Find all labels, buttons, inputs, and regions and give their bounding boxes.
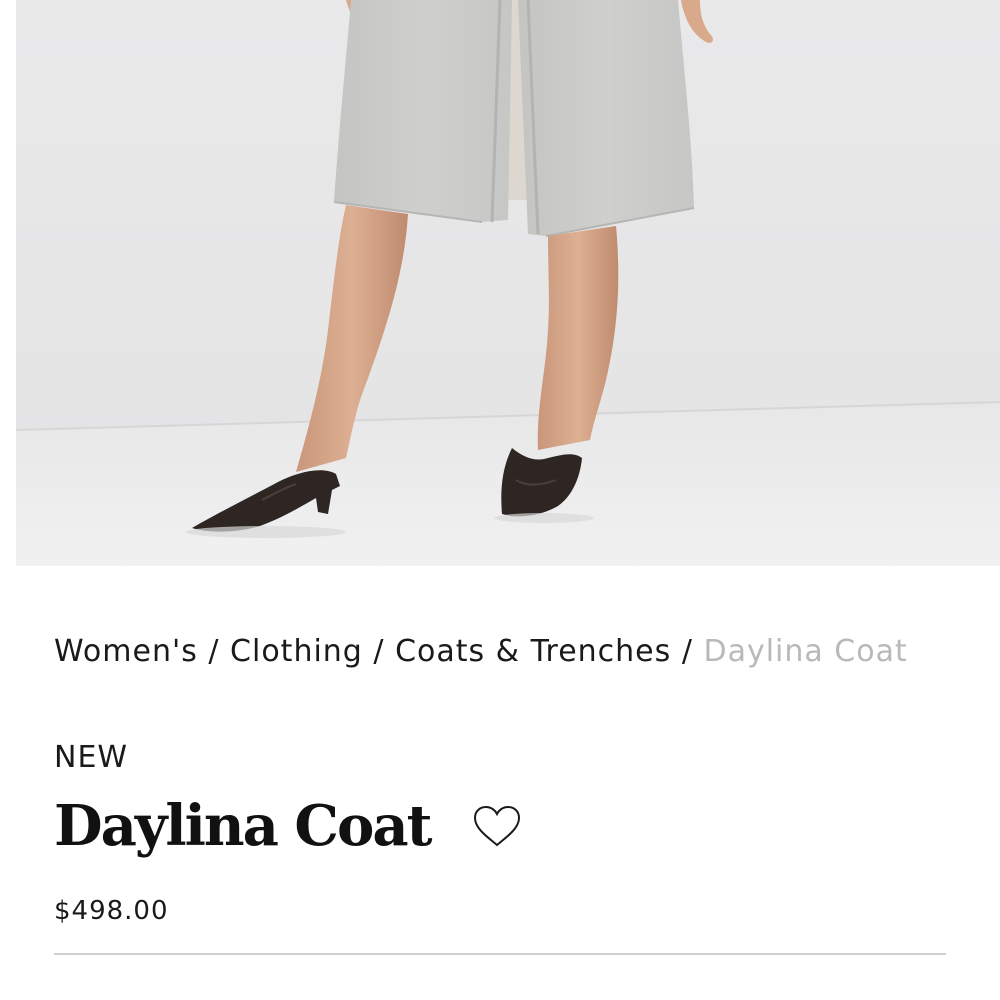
breadcrumb-current: Daylina Coat <box>703 634 908 669</box>
product-image[interactable] <box>16 0 1000 566</box>
breadcrumb-link-womens[interactable]: Women's <box>54 634 198 669</box>
product-photo-illustration <box>16 0 1000 566</box>
new-badge: NEW <box>54 740 129 775</box>
product-title: Daylina Coat <box>54 793 433 859</box>
breadcrumb-separator: / <box>208 634 231 669</box>
product-page: Women's / Clothing / Coats & Trenches / … <box>0 0 1000 1000</box>
breadcrumb-link-coats-trenches[interactable]: Coats & Trenches <box>395 634 671 669</box>
breadcrumb-separator: / <box>681 634 704 669</box>
breadcrumb: Women's / Clothing / Coats & Trenches / … <box>54 634 908 669</box>
breadcrumb-link-clothing[interactable]: Clothing <box>230 634 363 669</box>
product-title-row: Daylina Coat <box>54 790 523 862</box>
divider <box>54 953 946 955</box>
heart-outline-icon[interactable] <box>471 803 523 849</box>
breadcrumb-separator: / <box>373 634 396 669</box>
product-price: $498.00 <box>54 896 169 926</box>
